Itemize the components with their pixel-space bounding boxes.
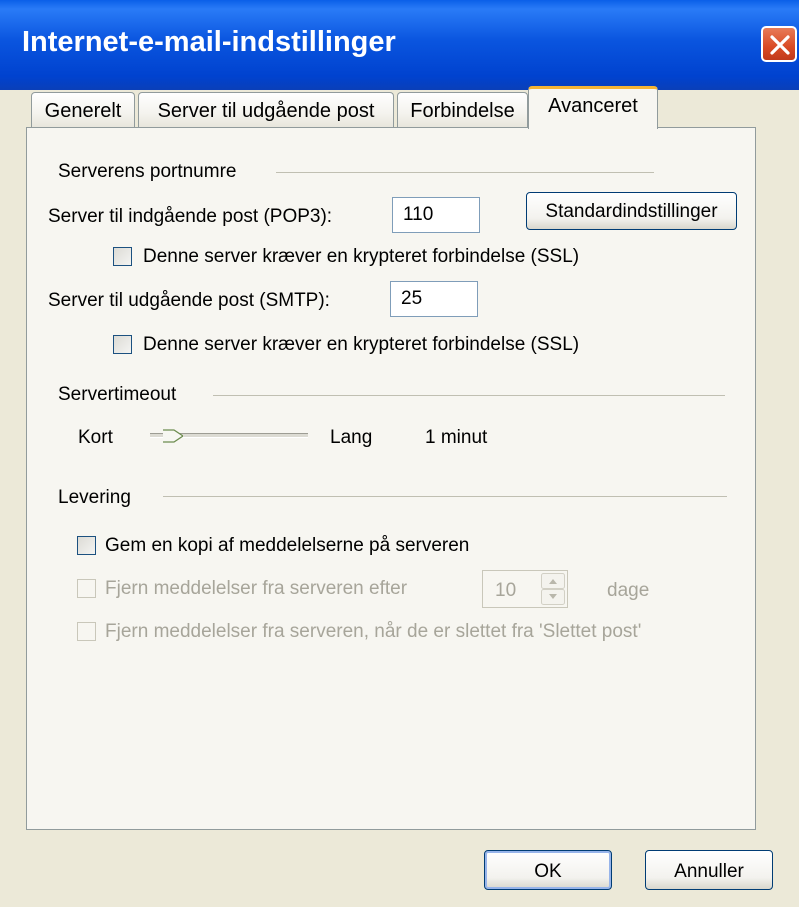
keep-copy-checkbox[interactable] (77, 536, 96, 555)
smtp-ssl-label: Denne server kræver en krypteret forbind… (143, 334, 580, 355)
tab-avanceret[interactable]: Avanceret (528, 86, 658, 129)
pop3-ssl-label: Denne server kræver en krypteret forbind… (143, 246, 580, 267)
pop3-port-input[interactable]: 110 (392, 197, 480, 233)
remove-deleted-checkbox[interactable] (77, 622, 96, 641)
keep-copy-label: Gem en kopi af meddelelserne på serveren (105, 535, 470, 556)
timeout-slider-thumb[interactable] (163, 424, 183, 448)
timeout-group-label: Servertimeout (58, 384, 177, 405)
tab-forbindelse[interactable]: Forbindelse (397, 92, 528, 127)
delivery-group-label: Levering (58, 487, 131, 508)
timeout-group-divider (213, 395, 725, 396)
tab-udgaaende-server[interactable]: Server til udgående post (138, 92, 394, 127)
ports-group-label: Serverens portnumre (58, 161, 237, 182)
smtp-port-input[interactable]: 25 (390, 281, 478, 317)
timeout-value: 1 minut (425, 427, 488, 448)
smtp-label: Server til udgående post (SMTP): (48, 290, 330, 311)
title-bar[interactable]: Internet-e-mail-indstillinger (0, 0, 799, 90)
delivery-group-divider (163, 496, 727, 497)
timeout-long-label: Lang (330, 427, 373, 448)
spinner-arrows-icon[interactable] (541, 573, 565, 605)
cancel-button[interactable]: Annuller (645, 850, 773, 890)
close-icon (770, 35, 790, 55)
tab-panel-avanceret (26, 127, 756, 830)
remove-deleted-label: Fjern meddelelser fra serveren, når de e… (105, 621, 642, 642)
remove-after-days-value: 10 (495, 580, 517, 601)
remove-after-checkbox[interactable] (77, 579, 96, 598)
days-label: dage (607, 580, 650, 601)
ok-button[interactable]: OK (484, 850, 612, 890)
standard-settings-button[interactable]: Standardindstillinger (526, 192, 737, 230)
smtp-ssl-checkbox[interactable] (113, 335, 132, 354)
ports-group-divider (276, 172, 654, 173)
pop3-label: Server til indgående post (POP3): (48, 206, 333, 227)
remove-after-label: Fjern meddelelser fra serveren efter (105, 578, 408, 599)
pop3-ssl-checkbox[interactable] (113, 247, 132, 266)
window-title: Internet-e-mail-indstillinger (22, 26, 396, 58)
close-button[interactable] (761, 26, 797, 62)
timeout-short-label: Kort (78, 427, 113, 448)
remove-after-days-spinner[interactable]: 10 (482, 570, 568, 608)
tab-generelt[interactable]: Generelt (31, 92, 135, 127)
